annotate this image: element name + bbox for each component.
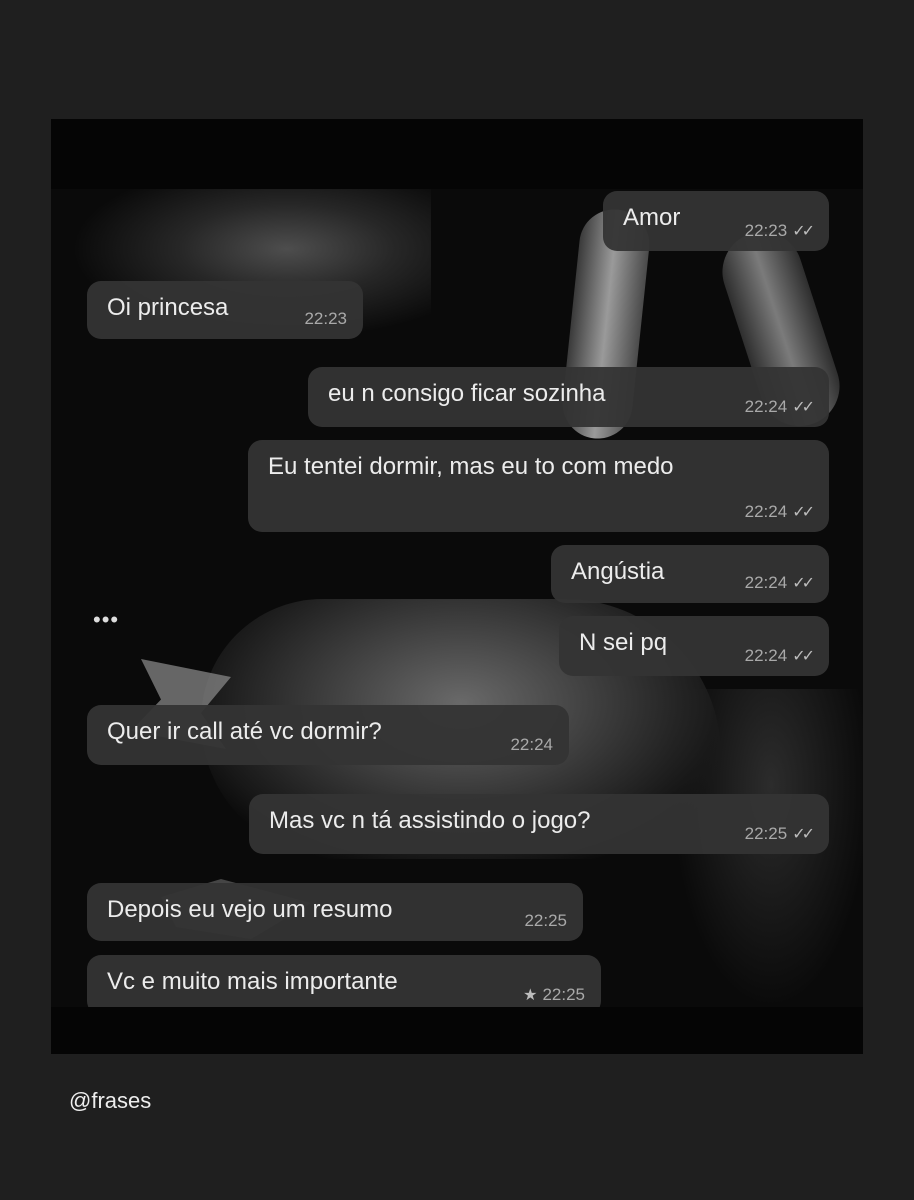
message-meta: 22:24 ✓✓ <box>744 573 815 593</box>
message-text: Angústia <box>571 558 665 585</box>
read-ticks-icon: ✓✓ <box>792 648 815 665</box>
message-time: 22:24 <box>744 646 788 665</box>
chat-area: Amor 22:23 ✓✓ Oi princesa 22:23 eu n con… <box>51 189 863 1007</box>
message-text: Quer ir call até vc dormir? <box>107 718 382 745</box>
message-text: Vc e muito mais importante <box>107 968 398 995</box>
read-ticks-icon: ✓✓ <box>792 399 815 416</box>
message-time: 22:23 <box>744 221 788 240</box>
message-text: Eu tentei dormir, mas eu to com medo <box>268 453 674 480</box>
message-text: N sei pq <box>579 629 668 656</box>
message-meta: ★ 22:25 <box>523 985 585 1005</box>
message-bubble-outgoing[interactable]: N sei pq 22:24 ✓✓ <box>559 616 829 676</box>
message-meta: 22:24 ✓✓ <box>744 646 815 666</box>
message-text: Oi princesa <box>107 294 229 321</box>
message-bubble-outgoing[interactable]: Eu tentei dormir, mas eu to com medo 22:… <box>248 440 829 532</box>
read-ticks-icon: ✓✓ <box>792 575 815 592</box>
message-time: 22:25 <box>524 911 567 930</box>
read-ticks-icon: ✓✓ <box>792 504 815 521</box>
message-text: eu n consigo ficar sozinha <box>328 380 606 407</box>
read-ticks-icon: ✓✓ <box>792 826 815 843</box>
message-meta: 22:23 ✓✓ <box>744 221 815 241</box>
message-meta: 22:25 ✓✓ <box>744 824 815 844</box>
message-bubble-incoming[interactable]: Depois eu vejo um resumo 22:25 <box>87 883 583 941</box>
message-bubble-outgoing[interactable]: Amor 22:23 ✓✓ <box>603 191 829 251</box>
message-meta: 22:24 <box>510 735 553 755</box>
typing-indicator: ••• <box>93 607 120 632</box>
message-meta: 22:23 <box>304 309 347 329</box>
message-time: 22:24 <box>744 397 788 416</box>
message-meta: 22:25 <box>524 911 567 931</box>
message-meta: 22:24 ✓✓ <box>744 397 815 417</box>
message-meta: 22:24 ✓✓ <box>744 502 815 522</box>
message-time: 22:25 <box>744 824 788 843</box>
message-bubble-incoming[interactable]: Oi princesa 22:23 <box>87 281 363 339</box>
star-icon: ★ <box>523 987 538 1004</box>
message-bubble-outgoing[interactable]: Mas vc n tá assistindo o jogo? 22:25 ✓✓ <box>249 794 829 854</box>
message-time: 22:24 <box>744 573 788 592</box>
message-text: Depois eu vejo um resumo <box>107 896 393 923</box>
read-ticks-icon: ✓✓ <box>792 223 815 240</box>
message-time: 22:23 <box>304 309 347 328</box>
message-text: Mas vc n tá assistindo o jogo? <box>269 807 591 834</box>
watermark: @frases <box>69 1088 152 1113</box>
screenshot-frame: Amor 22:23 ✓✓ Oi princesa 22:23 eu n con… <box>51 119 863 1054</box>
message-bubble-outgoing[interactable]: eu n consigo ficar sozinha 22:24 ✓✓ <box>308 367 829 427</box>
message-time: 22:24 <box>510 735 553 754</box>
message-bubble-outgoing[interactable]: Angústia 22:24 ✓✓ <box>551 545 829 603</box>
message-time: 22:24 <box>744 502 788 521</box>
message-time: 22:25 <box>542 985 585 1004</box>
message-bubble-incoming[interactable]: Quer ir call até vc dormir? 22:24 <box>87 705 569 765</box>
message-text: Amor <box>623 204 681 231</box>
message-bubble-incoming[interactable]: Vc e muito mais importante ★ 22:25 <box>87 955 601 1007</box>
